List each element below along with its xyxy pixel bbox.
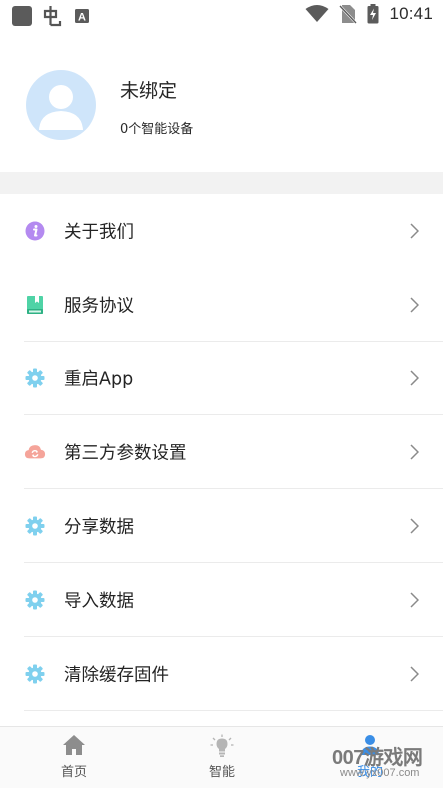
- bottom-nav: 首页 智能 我的: [0, 726, 443, 788]
- section-separator: [0, 172, 443, 194]
- device-count: 0个智能设备: [120, 122, 194, 137]
- bug-icon: [42, 5, 64, 27]
- keyboard-letter: A: [78, 12, 86, 24]
- person-icon: [358, 734, 382, 756]
- wifi-icon: [305, 5, 329, 23]
- menu-item-service-agreement[interactable]: 服务协议: [0, 268, 443, 342]
- status-bar-right: 10:41: [305, 4, 433, 24]
- status-bar: A 10:41: [0, 0, 443, 32]
- status-bar-left: A: [12, 5, 90, 27]
- menu-item-third-party-settings[interactable]: 第三方参数设置: [0, 415, 443, 490]
- chevron-right-icon: [410, 297, 419, 313]
- info-icon: [24, 220, 46, 242]
- bulb-icon: [210, 734, 234, 758]
- menu-item-label: 第三方参数设置: [64, 443, 187, 464]
- menu-item-label: 导入数据: [64, 591, 134, 612]
- menu-item-label: 重启App: [64, 369, 134, 390]
- menu-item-restart-app[interactable]: 重启App: [0, 342, 443, 416]
- menu-item-label: 分享数据: [64, 517, 134, 538]
- profile-header[interactable]: 未绑定 0个智能设备: [0, 32, 443, 172]
- menu-item-about-us[interactable]: 关于我们: [0, 194, 443, 268]
- home-icon: [62, 734, 86, 756]
- chevron-right-icon: [410, 666, 419, 682]
- settings-menu: 关于我们 服务协议 重启App 第三方参数设置 分享数据 导入数据 清除缓存固件: [0, 194, 443, 711]
- menu-item-label: 服务协议: [64, 296, 134, 317]
- avatar[interactable]: [26, 70, 96, 140]
- book-icon: [24, 294, 46, 316]
- menu-item-label: 清除缓存固件: [64, 665, 169, 686]
- chevron-right-icon: [410, 370, 419, 387]
- user-avatar-icon: [39, 85, 83, 130]
- nav-tab-label: 智能: [208, 765, 235, 780]
- nav-tab-smart[interactable]: 智能: [162, 727, 282, 788]
- chevron-right-icon: [410, 223, 419, 239]
- gear-icon: [24, 589, 46, 611]
- gear-icon: [24, 663, 46, 685]
- menu-item-clear-cache-firmware[interactable]: 清除缓存固件: [0, 637, 443, 711]
- app-square-icon: [12, 6, 32, 26]
- no-sim-icon: [339, 4, 358, 24]
- clock: 10:41: [389, 4, 433, 23]
- nav-tab-home[interactable]: 首页: [14, 727, 134, 788]
- menu-item-share-data[interactable]: 分享数据: [0, 489, 443, 563]
- nav-tab-label: 我的: [356, 765, 383, 780]
- cloud-sync-icon: [24, 441, 46, 463]
- profile-name: 未绑定: [120, 80, 178, 102]
- nav-tab-label: 首页: [60, 765, 87, 780]
- battery-charging-icon: [367, 4, 379, 24]
- gear-icon: [24, 515, 46, 537]
- chevron-right-icon: [410, 518, 419, 534]
- menu-item-label: 关于我们: [64, 222, 134, 243]
- keyboard-a-icon: A: [74, 8, 90, 24]
- menu-item-import-data[interactable]: 导入数据: [0, 563, 443, 637]
- divider: [24, 709, 443, 711]
- nav-tab-mine[interactable]: 我的: [310, 727, 430, 788]
- chevron-right-icon: [410, 444, 419, 460]
- gear-icon: [24, 367, 46, 389]
- chevron-right-icon: [410, 592, 419, 608]
